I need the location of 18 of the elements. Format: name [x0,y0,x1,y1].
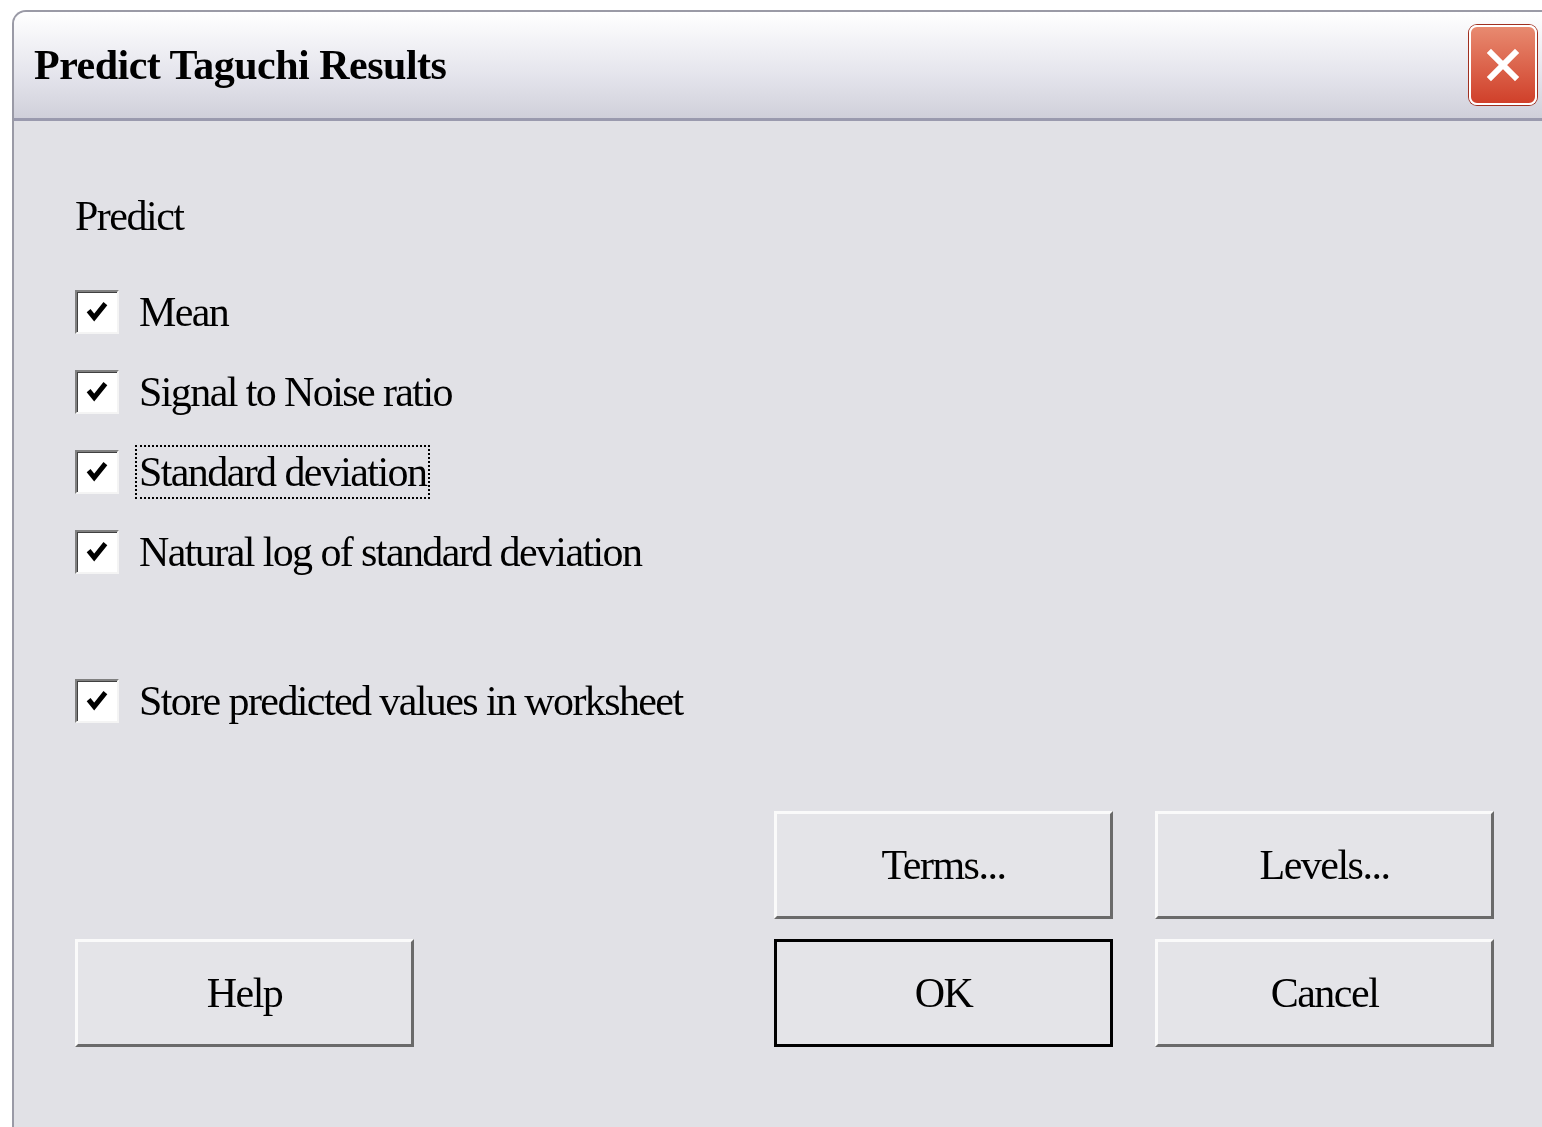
window-title: Predict Taguchi Results [34,41,447,89]
dialog-button[interactable]: Help [75,939,414,1047]
group-label: Predict [75,192,186,241]
checkbox-label[interactable]: Store predicted values in worksheet [135,673,687,728]
checkbox-label[interactable]: Standard deviation [135,444,431,499]
dialog-button[interactable]: Levels... [1155,811,1494,919]
checkbox-label[interactable]: Signal to Noise ratio [135,364,456,419]
checkbox[interactable] [75,289,119,334]
checkbox[interactable] [75,449,119,494]
checkbox-label[interactable]: Natural log of standard deviation [135,524,646,579]
dialog-button[interactable]: Cancel [1155,939,1494,1047]
checkbox[interactable] [75,369,119,414]
checkbox[interactable] [75,529,119,574]
checkbox-label[interactable]: Mean [135,284,233,339]
close-button[interactable] [1469,25,1537,105]
checkbox[interactable] [75,678,119,723]
dialog-button[interactable]: OK [774,939,1113,1047]
dialog-button[interactable]: Terms... [774,811,1113,919]
